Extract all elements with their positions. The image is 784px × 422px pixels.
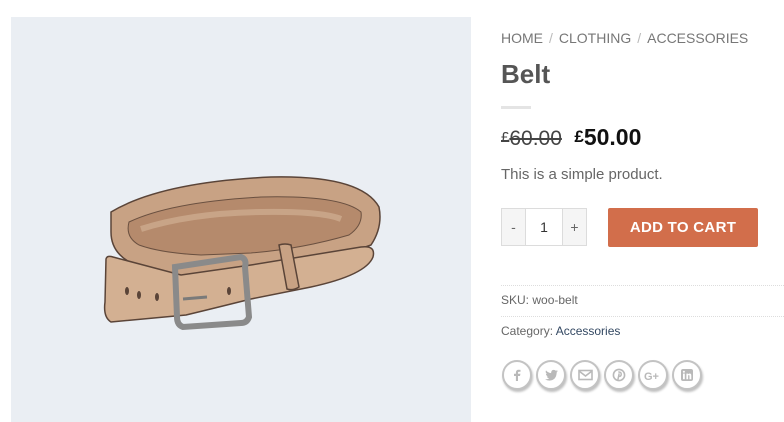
product-category: Category: Accessories [501, 324, 620, 338]
twitter-share-button[interactable] [536, 360, 566, 390]
google-plus-icon: G+ [644, 371, 659, 382]
sale-price: £50.00 [574, 124, 641, 150]
product-summary: HOME / CLOTHING / ACCESSORIES Belt £60.00 £5… [501, 0, 784, 422]
linkedin-share-button[interactable] [672, 360, 702, 390]
meta-divider [501, 285, 784, 286]
quantity-minus-button[interactable]: - [502, 209, 526, 245]
twitter-icon [544, 369, 558, 381]
regular-price-amount: 60.00 [509, 127, 562, 150]
quantity-input[interactable]: 1 [526, 209, 562, 245]
email-icon [577, 369, 593, 381]
pinterest-share-button[interactable] [604, 360, 634, 390]
breadcrumb: HOME / CLOTHING / ACCESSORIES [501, 30, 748, 46]
sale-price-amount: 50.00 [583, 124, 642, 150]
belt-product-image [103, 176, 381, 331]
category-label: Category: [501, 324, 554, 338]
category-link[interactable]: Accessories [556, 324, 621, 338]
share-icons: G+ [502, 360, 706, 390]
breadcrumb-separator: / [549, 30, 553, 46]
currency-symbol: £ [574, 127, 584, 146]
quantity-stepper: - 1 + [501, 208, 587, 246]
add-to-cart-button[interactable]: ADD TO CART [608, 208, 758, 247]
sku-label: SKU: [501, 293, 530, 307]
breadcrumb-accessories[interactable]: ACCESSORIES [647, 30, 748, 46]
product-sku: SKU: woo-belt [501, 293, 578, 307]
quantity-plus-button[interactable]: + [562, 209, 586, 245]
sku-value: woo-belt [532, 293, 578, 307]
product-price: £60.00 £50.00 [501, 124, 641, 151]
breadcrumb-clothing[interactable]: CLOTHING [559, 30, 631, 46]
linkedin-icon [681, 369, 693, 381]
google-plus-share-button[interactable]: G+ [638, 360, 668, 390]
email-share-button[interactable] [570, 360, 600, 390]
product-short-description: This is a simple product. [501, 166, 663, 183]
currency-symbol: £ [501, 129, 510, 146]
product-image-gallery[interactable] [11, 17, 471, 422]
facebook-share-button[interactable] [502, 360, 532, 390]
svg-text:G+: G+ [644, 371, 659, 382]
title-divider [501, 106, 531, 109]
breadcrumb-separator: / [637, 30, 642, 46]
product-title: Belt [501, 59, 551, 89]
breadcrumb-home[interactable]: HOME [501, 30, 543, 46]
meta-divider [501, 316, 784, 317]
facebook-icon [514, 369, 521, 381]
regular-price: £60.00 [501, 127, 562, 150]
pinterest-icon [612, 368, 626, 382]
